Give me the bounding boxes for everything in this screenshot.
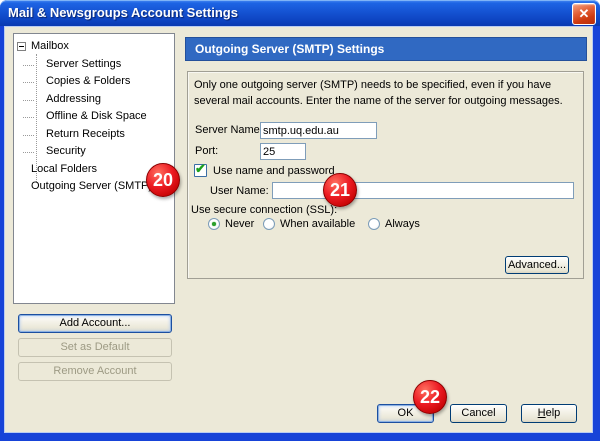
checkmark-icon: ✔	[195, 162, 206, 176]
help-button[interactable]: Help	[521, 404, 577, 423]
tree-item-copies-folders[interactable]: Copies & Folders	[14, 73, 174, 91]
ssl-radio-when-available-label[interactable]: When available	[280, 217, 355, 232]
add-account-button[interactable]: Add Account...	[18, 314, 172, 333]
ssl-radio-never-label[interactable]: Never	[225, 217, 254, 232]
set-as-default-button: Set as Default	[18, 338, 172, 357]
ssl-radio-always[interactable]	[368, 218, 380, 230]
annotation-badge-21: 21	[323, 173, 357, 207]
tree-item-label: Offline & Disk Space	[46, 110, 147, 122]
ssl-label: Use secure connection (SSL):	[191, 203, 337, 218]
cancel-button[interactable]: Cancel	[450, 404, 507, 423]
tree-item-label: Copies & Folders	[46, 75, 130, 87]
annotation-badge-20: 20	[146, 163, 180, 197]
window-title: Mail & Newsgroups Account Settings	[8, 0, 238, 26]
server-name-label: Server Name:	[195, 123, 263, 138]
ssl-radio-when-available[interactable]	[263, 218, 275, 230]
tree-item-label: Mailbox	[31, 40, 69, 52]
tree-expander-icon[interactable]	[17, 42, 26, 51]
tree-item-addressing[interactable]: Addressing	[14, 91, 174, 109]
smtp-description: Only one outgoing server (SMTP) needs to…	[194, 78, 580, 109]
ssl-radio-never[interactable]	[208, 218, 220, 230]
account-settings-dialog: Mail & Newsgroups Account Settings ✕ Mai…	[0, 0, 600, 441]
tree-item-return-receipts[interactable]: Return Receipts	[14, 126, 174, 144]
port-label: Port:	[195, 144, 218, 159]
tree-item-label: Server Settings	[46, 58, 121, 70]
use-auth-checkbox[interactable]: ✔	[194, 164, 207, 177]
smtp-settings-groupbox: Only one outgoing server (SMTP) needs to…	[187, 71, 584, 279]
use-auth-label[interactable]: Use name and password	[213, 164, 335, 179]
tree-item-label: Outgoing Server (SMTP)	[31, 180, 152, 192]
user-name-label: User Name:	[210, 184, 269, 199]
titlebar[interactable]: Mail & Newsgroups Account Settings ✕	[0, 0, 600, 26]
help-button-label: Help	[522, 405, 576, 421]
port-input[interactable]	[260, 143, 306, 160]
close-icon[interactable]: ✕	[572, 3, 596, 25]
tree-item-mailbox[interactable]: Mailbox	[14, 38, 174, 56]
tree-item-security[interactable]: Security	[14, 143, 174, 161]
tree-item-label: Security	[46, 145, 86, 157]
tree-item-label: Local Folders	[31, 163, 97, 175]
tree-item-server-settings[interactable]: Server Settings	[14, 56, 174, 74]
tree-item-label: Return Receipts	[46, 128, 125, 140]
tree-item-offline-disk-space[interactable]: Offline & Disk Space	[14, 108, 174, 126]
annotation-badge-22: 22	[413, 380, 447, 414]
advanced-button[interactable]: Advanced...	[505, 256, 569, 274]
remove-account-button: Remove Account	[18, 362, 172, 381]
user-name-input[interactable]	[272, 182, 574, 199]
ssl-radio-always-label[interactable]: Always	[385, 217, 420, 232]
pane-header: Outgoing Server (SMTP) Settings	[185, 37, 587, 61]
server-name-input[interactable]	[260, 122, 377, 139]
tree-item-label: Addressing	[46, 93, 101, 105]
